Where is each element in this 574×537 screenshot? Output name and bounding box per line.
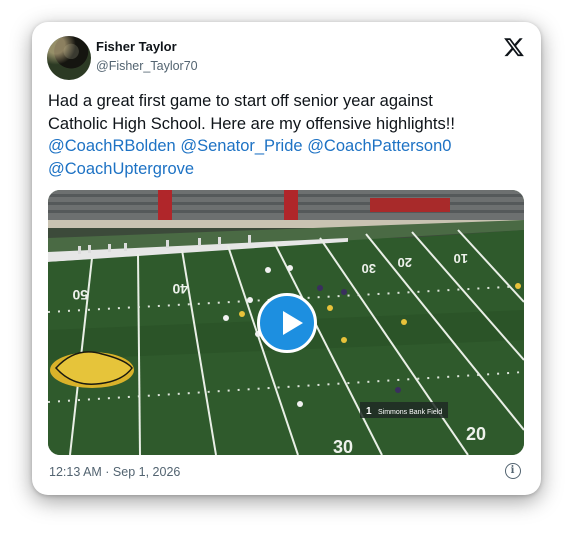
yard-number: 20 xyxy=(398,255,412,270)
sponsor-text: Simmons Bank Field xyxy=(378,409,442,416)
tweet-text: Had a great first game to start off seni… xyxy=(48,90,528,180)
play-icon[interactable] xyxy=(257,293,317,353)
yard-number: 50 xyxy=(72,287,88,303)
mention-link[interactable]: @CoachUptergrove xyxy=(48,160,194,178)
avatar[interactable] xyxy=(47,36,91,80)
tweet-text-line: Catholic High School. Here are my offens… xyxy=(48,114,455,133)
yard-number: 20 xyxy=(466,424,486,444)
yard-number: 30 xyxy=(362,261,376,276)
video-media[interactable]: 50 40 30 20 10 30 20 1 Simmons Bank Fiel… xyxy=(48,190,524,455)
yard-number: 10 xyxy=(454,251,468,266)
author-handle[interactable]: @Fisher_Taylor70 xyxy=(96,59,198,73)
author-name[interactable]: Fisher Taylor xyxy=(96,39,177,54)
mention-link[interactable]: @Senator_Pride xyxy=(180,137,302,155)
info-glyph: i xyxy=(510,465,515,476)
tweet-card: Fisher Taylor @Fisher_Taylor70 Had a gre… xyxy=(32,22,541,495)
sponsor-number: 1 xyxy=(366,406,372,417)
mentions-line: @CoachRBolden @Senator_Pride @CoachPatte… xyxy=(48,135,528,158)
tweet-text-line: Had a great first game to start off seni… xyxy=(48,92,433,110)
mention-link[interactable]: @CoachRBolden xyxy=(48,137,176,155)
yard-number: 30 xyxy=(333,437,353,455)
tweet-timestamp[interactable]: 12:13 AM · Sep 1, 2026 xyxy=(49,465,180,479)
x-logo-icon[interactable] xyxy=(503,36,525,58)
yard-number: 40 xyxy=(172,281,188,297)
info-icon[interactable]: i xyxy=(505,463,521,479)
mention-link[interactable]: @CoachPatterson0 xyxy=(307,137,451,155)
mentions-line: @CoachUptergrove xyxy=(48,158,528,181)
